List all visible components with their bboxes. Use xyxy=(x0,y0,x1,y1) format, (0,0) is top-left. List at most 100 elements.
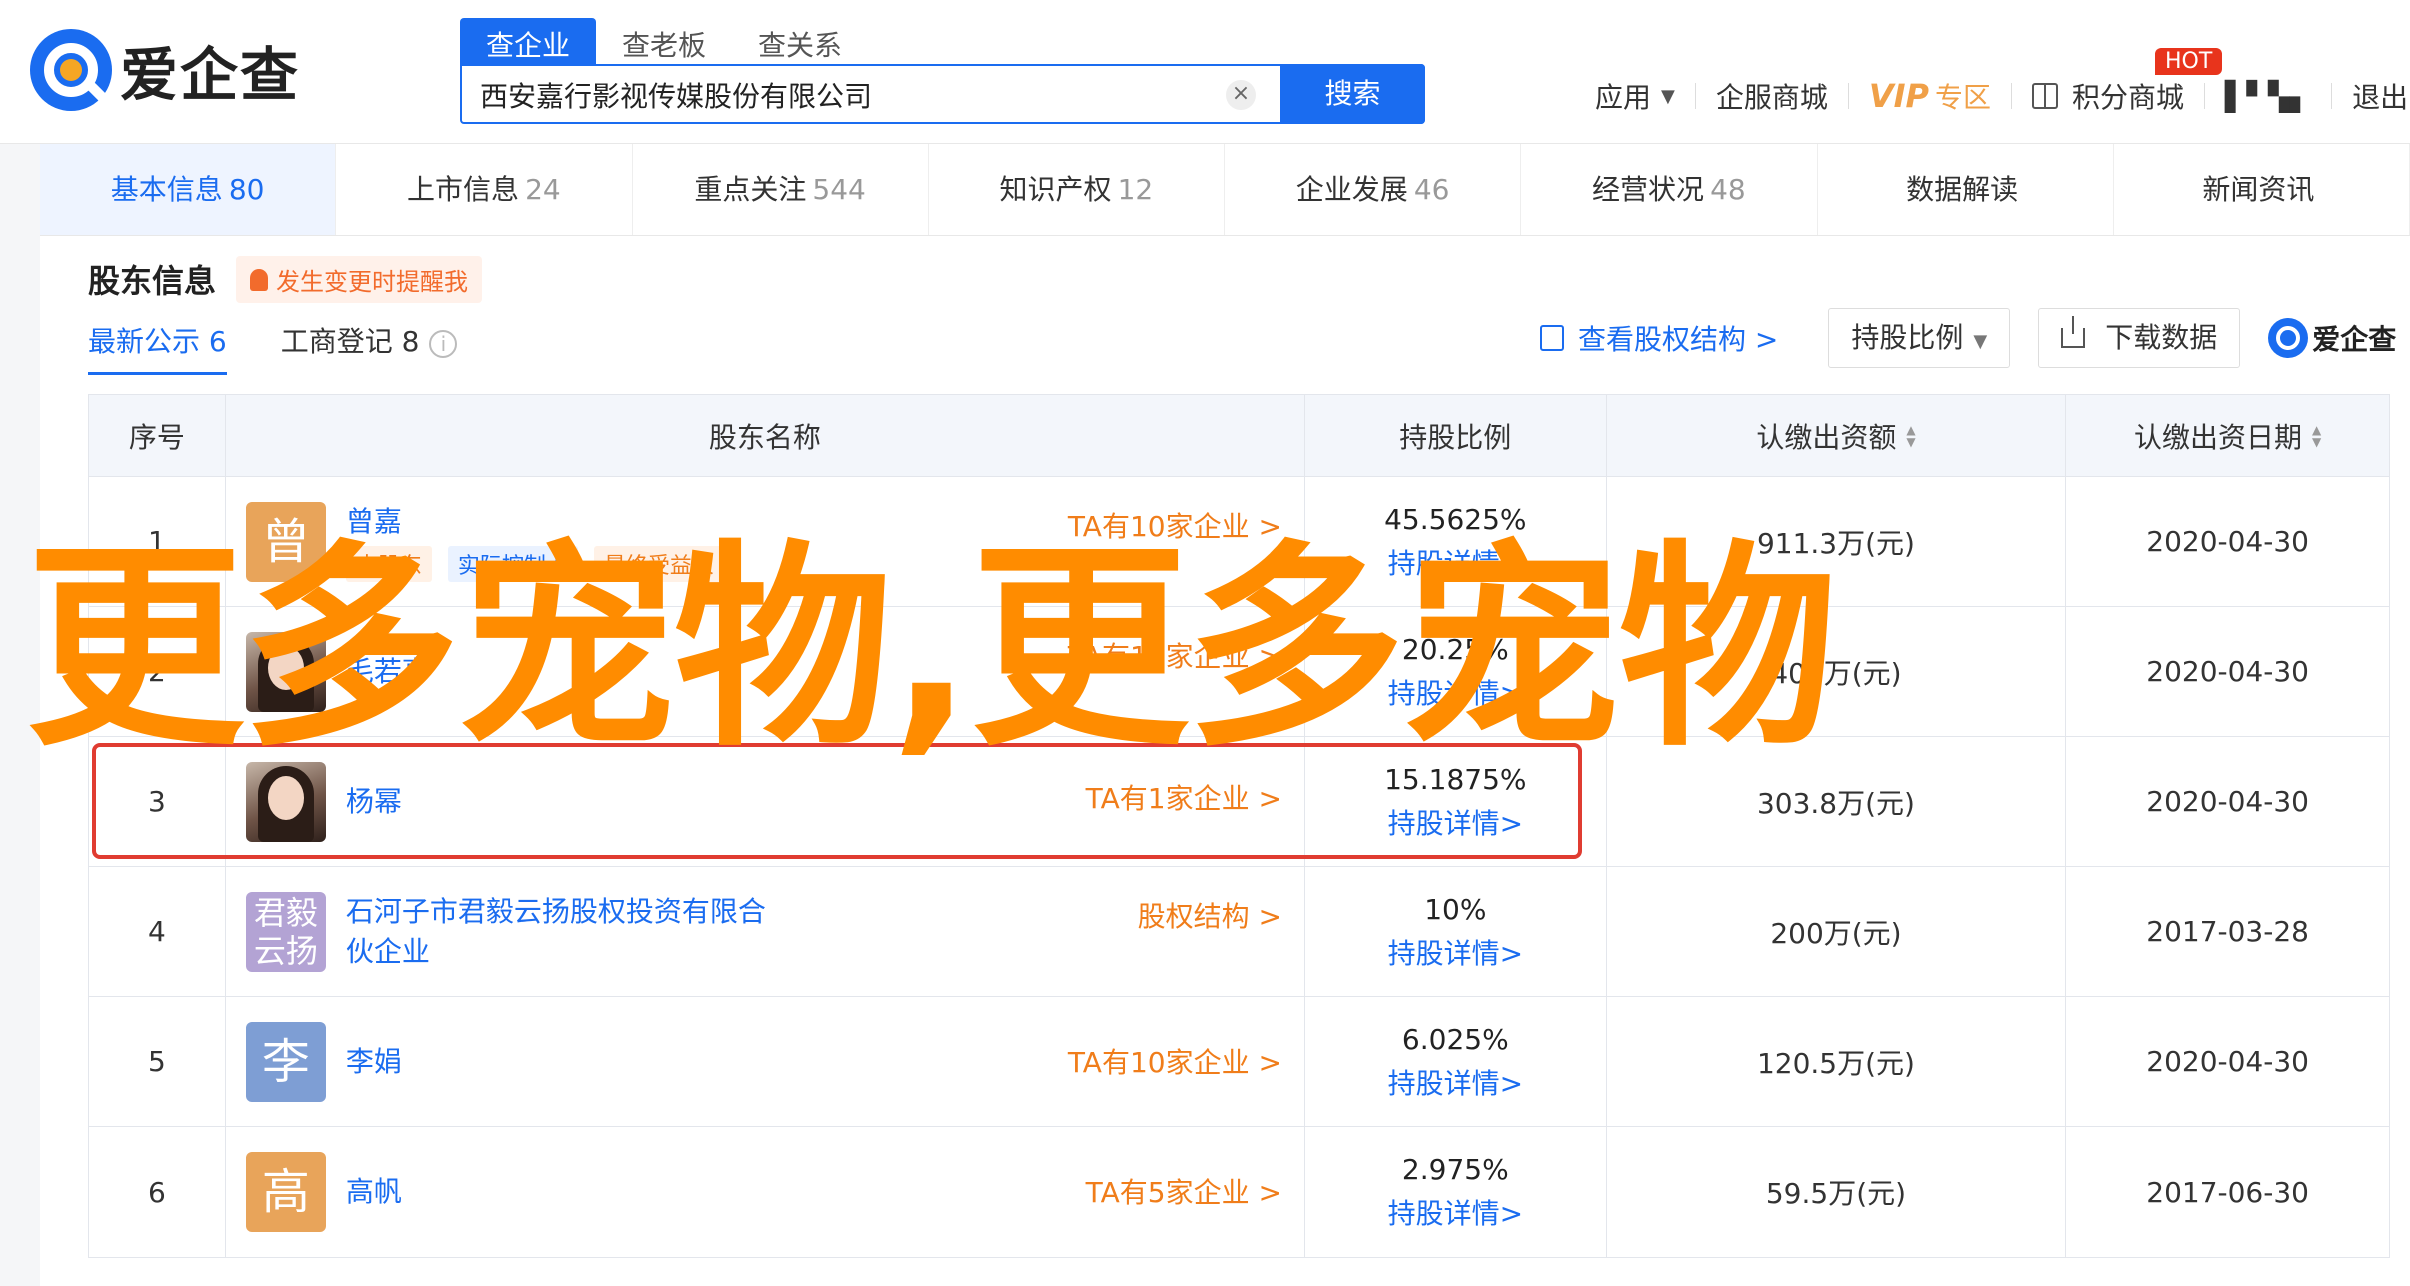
nav-vip[interactable]: VIP xyxy=(1869,77,1929,115)
nav-user[interactable]: ▌▘▚▖ xyxy=(2225,80,2311,113)
tab-listing-info[interactable]: 上市信息 24 xyxy=(336,144,633,235)
row-date: 2020-04-30 xyxy=(2146,525,2309,558)
header-amount[interactable]: 认缴出资额 ▲ ▼ xyxy=(1607,395,2067,476)
tab-latest-public[interactable]: 最新公示 6 xyxy=(88,320,227,375)
row-ratio-cell: 6.025% 持股详情> xyxy=(1305,997,1607,1126)
shareholder-name-link[interactable]: 李娟 xyxy=(346,1042,402,1082)
search-button[interactable]: 搜索 xyxy=(1280,64,1425,124)
top-nav: 应用 ▼ 企服商城 VIP 专区 积分商城 ▌▘▚▖ 退出 xyxy=(1595,76,2408,116)
nav-divider xyxy=(1847,83,1849,109)
row-amount: 200万(元) xyxy=(1607,867,2067,996)
change-alert-label: 发生变更时提醒我 xyxy=(276,268,468,296)
download-icon xyxy=(2061,316,2086,348)
ratio-value: 6.025% xyxy=(1401,1022,1509,1056)
structure-icon xyxy=(1540,325,1564,351)
caret-down-icon[interactable]: ▼ xyxy=(1661,86,1675,107)
view-equity-structure-link[interactable]: 查看股权结构 > xyxy=(1540,318,1778,358)
aiqicha-mini-logo: 爱企查 xyxy=(2268,318,2396,358)
row-date: 2017-06-30 xyxy=(2146,1175,2309,1209)
tab-business-registry[interactable]: 工商登记 8i xyxy=(281,320,458,375)
category-tabs: 基本信息 80 上市信息 24 重点关注 544 知识产权 12 企业发展 46 经营状况… xyxy=(40,144,2410,236)
header-date[interactable]: 认缴出资日期 ▲ ▼ xyxy=(2066,395,2389,476)
logo-mark-icon xyxy=(30,29,112,111)
avatar: 君毅云扬 xyxy=(245,891,326,972)
row-ratio-cell: 2.975% 持股详情> xyxy=(1305,1127,1607,1257)
nav-points-mall[interactable]: 积分商城 xyxy=(2072,76,2184,116)
nav-logout[interactable]: 退出 xyxy=(2352,76,2408,116)
search-tab-company[interactable]: 查企业 xyxy=(460,18,597,64)
top-header: 爱企查 查企业 查老板 查关系 × 搜索 应用 ▼ 企服商城 VIP 专区 积分… xyxy=(0,0,2410,144)
nav-divider xyxy=(1694,83,1696,109)
nav-vip-zone[interactable]: 专区 xyxy=(1935,76,1991,116)
tab-data-insight[interactable]: 数据解读 xyxy=(1818,144,2114,235)
holding-detail-link[interactable]: 持股详情> xyxy=(1388,932,1523,976)
table-row: 4 君毅云扬 石河子市君毅云扬股权投资有限合 伙企业 股权结构 > 10% 持股… xyxy=(89,867,2389,997)
nav-mall[interactable]: 企服商城 xyxy=(1716,76,1828,116)
search-tab-relation[interactable]: 查关系 xyxy=(732,18,868,64)
table-header-row: 序号 股东名称 持股比例 认缴出资额 ▲ ▼ 认缴出资日期 ▲ ▼ xyxy=(89,395,2389,477)
bell-icon xyxy=(250,268,268,291)
related-companies-link[interactable]: TA有5家企业 > xyxy=(1086,1171,1282,1211)
row-amount: 120.5万(元) xyxy=(1607,997,2067,1126)
row-name-cell: 君毅云扬 石河子市君毅云扬股权投资有限合 伙企业 股权结构 > xyxy=(226,867,1305,996)
nav-divider xyxy=(2331,83,2333,109)
tab-basic-info[interactable]: 基本信息 80 xyxy=(40,144,337,235)
search-tabs: 查企业 查老板 查关系 xyxy=(460,18,868,64)
table-row: 5 李 李娟 TA有10家企业 > 6.025% 持股详情> 120.5万(元)… xyxy=(89,997,2389,1127)
row-idx: 6 xyxy=(89,1127,226,1257)
tab-operations[interactable]: 经营状况 48 xyxy=(1521,144,1818,235)
header-name: 股东名称 xyxy=(226,395,1305,476)
header-ratio: 持股比例 xyxy=(1305,395,1607,476)
logo-mark-icon xyxy=(2268,318,2309,358)
holding-detail-link[interactable]: 持股详情> xyxy=(1388,1192,1523,1236)
header-idx: 序号 xyxy=(89,395,226,476)
clear-icon[interactable]: × xyxy=(1226,80,1256,110)
row-amount: 59.5万(元) xyxy=(1607,1127,2067,1257)
site-logo[interactable]: 爱企查 xyxy=(30,28,300,112)
hot-badge: HOT xyxy=(2155,48,2223,75)
row-date: 2020-04-30 xyxy=(2146,655,2309,688)
avatar: 高 xyxy=(245,1152,326,1232)
ratio-value: 10% xyxy=(1424,892,1487,926)
holding-detail-link[interactable]: 持股详情> xyxy=(1388,1062,1523,1106)
nav-app[interactable]: 应用 xyxy=(1595,76,1651,116)
shareholder-name-link[interactable]: 石河子市君毅云扬股权投资有限合 xyxy=(346,892,766,932)
row-name-cell: 高 高帆 TA有5家企业 > xyxy=(226,1127,1305,1257)
info-icon[interactable]: i xyxy=(429,330,458,358)
search-tab-boss[interactable]: 查老板 xyxy=(596,18,732,64)
row-date: 2020-04-30 xyxy=(2146,785,2309,818)
sort-icon[interactable]: ▲ ▼ xyxy=(1906,424,1915,448)
row-date: 2020-04-30 xyxy=(2146,1045,2309,1078)
row-date: 2017-03-28 xyxy=(2146,915,2309,948)
tab-news[interactable]: 新闻资讯 xyxy=(2114,144,2410,235)
search-input[interactable] xyxy=(480,76,1240,114)
equity-structure-link[interactable]: 股权结构 > xyxy=(1138,895,1282,935)
tab-ip[interactable]: 知识产权 12 xyxy=(929,144,1225,235)
download-data-button[interactable]: 下载数据 xyxy=(2038,308,2241,368)
table-tools: 查看股权结构 > 持股比例 ▼ 下载数据 爱企查 xyxy=(1540,308,2396,368)
table-row: 6 高 高帆 TA有5家企业 > 2.975% 持股详情> 59.5万(元) 2… xyxy=(89,1127,2389,1257)
row-ratio-cell: 10% 持股详情> xyxy=(1305,867,1607,996)
shareholder-name-link[interactable]: 伙企业 xyxy=(346,932,766,972)
row-idx: 4 xyxy=(89,867,226,996)
caret-down-icon: ▼ xyxy=(1973,331,1988,352)
row-idx: 5 xyxy=(89,997,226,1126)
avatar: 李 xyxy=(245,1021,326,1102)
tab-key-focus[interactable]: 重点关注 544 xyxy=(633,144,929,235)
shareholder-name-link[interactable]: 高帆 xyxy=(346,1172,402,1212)
related-companies-link[interactable]: TA有10家企业 > xyxy=(1068,1041,1282,1081)
gift-icon xyxy=(2032,83,2059,109)
ratio-value: 2.975% xyxy=(1401,1153,1509,1186)
shareholder-subtabs: 最新公示 6 工商登记 8i xyxy=(88,320,511,375)
search-box: × 搜索 xyxy=(460,64,1425,124)
sort-icon[interactable]: ▲ ▼ xyxy=(2312,424,2321,448)
change-alert-button[interactable]: 发生变更时提醒我 xyxy=(236,256,482,303)
row-name-cell: 李 李娟 TA有10家企业 > xyxy=(226,997,1305,1126)
nav-divider xyxy=(2204,83,2206,109)
ratio-sort-dropdown[interactable]: 持股比例 ▼ xyxy=(1828,308,2011,368)
overlay-watermark-text: 更多宠物,更多宠物 xyxy=(26,523,1837,776)
tab-development[interactable]: 企业发展 46 xyxy=(1225,144,1522,235)
nav-divider xyxy=(2011,83,2013,109)
section-title: 股东信息 xyxy=(88,262,217,300)
logo-text: 爱企查 xyxy=(120,41,301,109)
